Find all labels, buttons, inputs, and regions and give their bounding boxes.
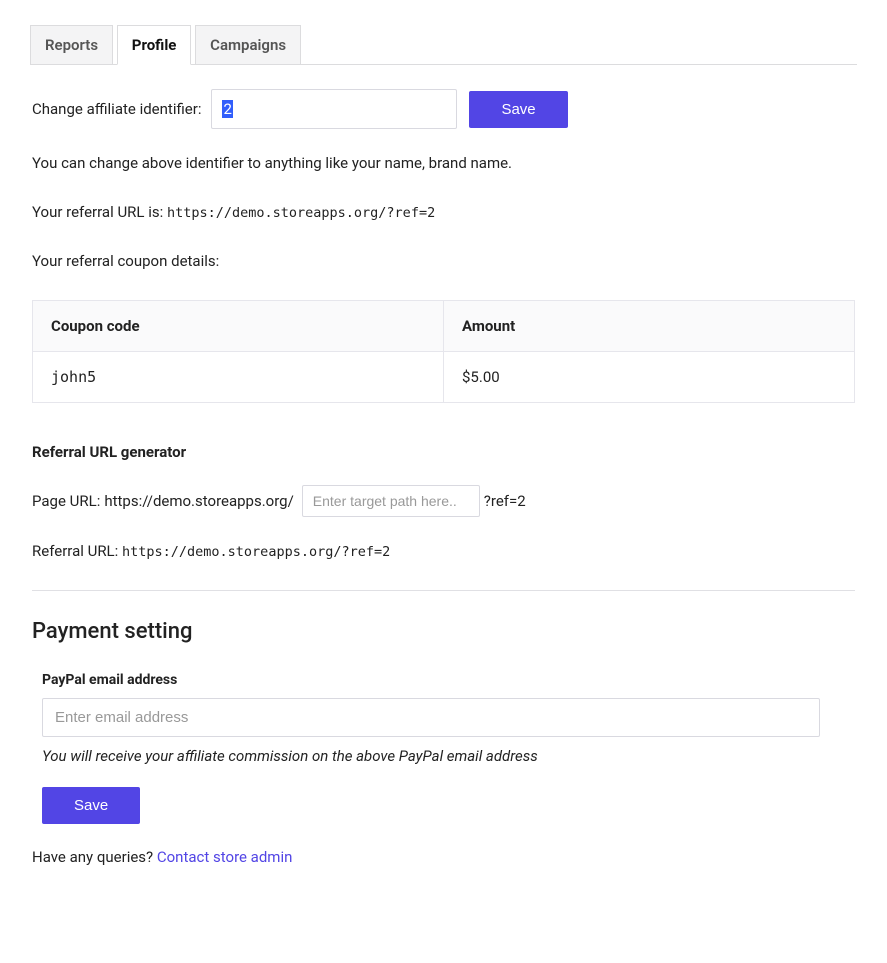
payment-title: Payment setting (32, 619, 855, 644)
generated-url-value: https://demo.storeapps.org/?ref=2 (122, 544, 390, 560)
url-generator-row: Page URL: https://demo.storeapps.org/ ?r… (32, 485, 855, 517)
paypal-email-input[interactable] (42, 698, 820, 737)
referral-url-label: Your referral URL is: (32, 203, 163, 221)
identifier-save-button[interactable]: Save (469, 91, 567, 128)
coupon-header-row: Coupon code Amount (33, 301, 855, 352)
tab-campaigns[interactable]: Campaigns (195, 25, 301, 65)
coupon-amount-cell: $5.00 (444, 352, 855, 403)
generated-url-line: Referral URL: https://demo.storeapps.org… (32, 541, 855, 562)
coupon-code-cell: john5 (33, 352, 444, 403)
table-row: john5 $5.00 (33, 352, 855, 403)
divider (32, 590, 855, 591)
tab-bar: Reports Profile Campaigns (30, 24, 857, 65)
query-line: Have any queries? Contact store admin (32, 848, 855, 866)
identifier-hint: You can change above identifier to anyth… (32, 153, 855, 174)
identifier-row: Change affiliate identifier: 2 Save (32, 89, 855, 129)
identifier-input[interactable]: 2 (211, 89, 457, 129)
paypal-hint: You will receive your affiliate commissi… (42, 747, 855, 765)
target-path-input[interactable] (302, 485, 480, 517)
url-generator-title: Referral URL generator (32, 443, 855, 461)
referral-url-value: https://demo.storeapps.org/?ref=2 (167, 205, 435, 221)
coupon-table: Coupon code Amount john5 $5.00 (32, 300, 855, 403)
tab-reports[interactable]: Reports (30, 25, 113, 65)
identifier-label: Change affiliate identifier: (32, 100, 201, 118)
page-url-suffix: ?ref=2 (484, 492, 526, 510)
generated-url-label: Referral URL: (32, 542, 118, 560)
paypal-label: PayPal email address (42, 672, 855, 688)
page-url-base: https://demo.storeapps.org/ (104, 492, 293, 510)
tab-profile[interactable]: Profile (117, 25, 192, 65)
coupon-details-label: Your referral coupon details: (32, 251, 855, 272)
contact-admin-link[interactable]: Contact store admin (157, 848, 293, 866)
coupon-header-amount: Amount (444, 301, 855, 352)
payment-save-button[interactable]: Save (42, 787, 140, 824)
identifier-value: 2 (222, 100, 232, 118)
coupon-header-code: Coupon code (33, 301, 444, 352)
query-text: Have any queries? (32, 848, 153, 866)
page-url-label: Page URL: (32, 492, 100, 510)
referral-url-line: Your referral URL is: https://demo.store… (32, 202, 855, 223)
